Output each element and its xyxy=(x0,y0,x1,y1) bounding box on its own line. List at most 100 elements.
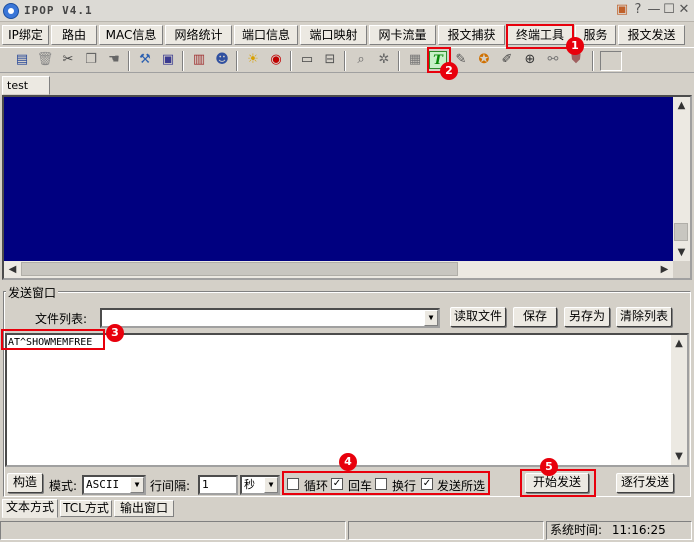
trash-icon[interactable]: 🗑 xyxy=(36,51,54,69)
tab-packet-send[interactable]: 报文发送 xyxy=(618,25,685,45)
scroll-corner xyxy=(673,261,690,278)
interval-unit-select[interactable]: 秒 ▼ xyxy=(240,475,280,495)
save-as-button[interactable]: 另存为 xyxy=(564,307,610,327)
toolbar-separator xyxy=(290,51,292,71)
file-list-label: 文件列表: xyxy=(35,312,88,326)
mode-value: ASCII xyxy=(86,478,120,491)
system-time-label: 系统时间: xyxy=(550,523,603,537)
toolbar-separator xyxy=(592,51,594,71)
keyboard-icon[interactable]: ▭ xyxy=(298,51,316,69)
minimize-button[interactable]: — xyxy=(646,2,662,18)
app-icon[interactable] xyxy=(3,3,19,19)
chevron-down-icon[interactable]: ▼ xyxy=(424,310,438,326)
highlight-terminal-tools xyxy=(506,24,574,49)
grid-icon[interactable]: ▦ xyxy=(406,51,424,69)
scroll-thumb[interactable] xyxy=(21,262,458,276)
send-window-label: 发送窗口 xyxy=(6,284,59,301)
construct-button[interactable]: 构造 xyxy=(7,473,43,493)
tab-port-info[interactable]: 端口信息 xyxy=(234,25,298,45)
status-bar: 系统时间: 11:16:25 xyxy=(0,520,694,542)
zoom-icon[interactable]: ⊟ xyxy=(321,51,339,69)
tab-output-window[interactable]: 输出窗口 xyxy=(114,500,174,517)
tab-ip-bind[interactable]: IP绑定 xyxy=(2,25,49,45)
books-icon[interactable]: ▥ xyxy=(190,51,208,69)
toolbar-separator xyxy=(128,51,130,71)
interval-input[interactable]: 1 xyxy=(198,475,238,495)
interval-unit-value: 秒 xyxy=(244,478,255,491)
pencil-icon[interactable]: ✐ xyxy=(498,51,516,69)
tab-packet-capture[interactable]: 报文捕获 xyxy=(438,25,505,45)
receive-vertical-scrollbar[interactable]: ▲ ▼ xyxy=(673,97,690,261)
scroll-right-icon[interactable]: ▶ xyxy=(656,261,673,278)
toolbar-separator xyxy=(236,51,238,71)
record-icon[interactable]: ◉ xyxy=(267,51,285,69)
scroll-up-icon[interactable]: ▲ xyxy=(673,97,690,114)
status-cell-main xyxy=(0,521,346,540)
highlight-send-options xyxy=(282,471,490,495)
highlight-start-send xyxy=(520,469,596,497)
receive-area[interactable] xyxy=(4,97,673,261)
search-icon[interactable]: ⌕ xyxy=(352,51,370,69)
scroll-thumb[interactable] xyxy=(674,223,688,241)
annotation-badge-1: 1 xyxy=(566,37,584,55)
tab-tcl-mode[interactable]: TCL方式 xyxy=(60,500,112,517)
annotation-badge-5: 5 xyxy=(540,458,558,476)
title-bar: IPOP V4.1 ▣ ? — ☐ ✕ xyxy=(0,0,694,22)
highlight-send-content xyxy=(1,329,105,350)
status-cell-time: 系统时间: 11:16:25 xyxy=(546,521,692,540)
tab-mac-info[interactable]: MAC信息 xyxy=(99,25,163,45)
toolbar-separator xyxy=(182,51,184,71)
link-icon[interactable]: ⚯ xyxy=(544,51,562,69)
close-button[interactable]: ✕ xyxy=(676,2,692,18)
send-vertical-scrollbar[interactable]: ▲ ▼ xyxy=(671,335,687,465)
mode-select[interactable]: ASCII ▼ xyxy=(82,475,146,495)
tab-text-mode[interactable]: 文本方式 xyxy=(2,499,58,518)
scroll-left-icon[interactable]: ◀ xyxy=(4,261,21,278)
tab-port-mapping[interactable]: 端口映射 xyxy=(300,25,367,45)
save-button[interactable]: 保存 xyxy=(513,307,557,327)
read-file-button[interactable]: 读取文件 xyxy=(450,307,506,327)
file-list-combo[interactable]: ▼ xyxy=(100,308,440,328)
copy-icon[interactable]: ❐ xyxy=(82,51,100,69)
status-cell-mid xyxy=(348,521,544,540)
maximize-button[interactable]: ☐ xyxy=(661,2,677,18)
chevron-down-icon[interactable]: ▼ xyxy=(130,477,144,493)
window-title: IPOP V4.1 xyxy=(24,4,93,17)
monitor-icon[interactable]: ▣ xyxy=(159,51,177,69)
gear-icon[interactable]: ✲ xyxy=(375,51,393,69)
hand-icon[interactable]: ☚ xyxy=(105,51,123,69)
app-logo-icon: ▣ xyxy=(615,2,629,17)
mask-icon[interactable]: ✪ xyxy=(475,51,493,69)
scroll-down-icon[interactable]: ▼ xyxy=(671,448,687,465)
toolbar-separator xyxy=(344,51,346,71)
cut-icon[interactable]: ✂ xyxy=(59,51,77,69)
scroll-down-icon[interactable]: ▼ xyxy=(673,244,690,261)
system-time-value: 11:16:25 xyxy=(611,523,666,537)
annotation-badge-2: 2 xyxy=(440,62,458,80)
receive-panel: ▲ ▼ ◀ ▶ xyxy=(2,95,692,280)
mode-label: 模式: xyxy=(49,479,78,493)
receive-horizontal-scrollbar[interactable]: ◀ ▶ xyxy=(4,261,673,278)
sun-icon[interactable]: ☀ xyxy=(244,51,262,69)
annotation-badge-3: 3 xyxy=(106,324,124,342)
people-icon[interactable]: ☻ xyxy=(213,51,231,69)
help-button[interactable]: ? xyxy=(630,2,646,18)
tab-net-stats[interactable]: 网络统计 xyxy=(165,25,232,45)
interval-label: 行间隔: xyxy=(150,479,191,493)
computer-icon[interactable]: ▤ xyxy=(13,51,31,69)
toolbar: ▤ 🗑 ✂ ❐ ☚ ⚒ ▣ ▥ ☻ ☀ ◉ ▭ ⊟ ⌕ ✲ ▦ T ✎ ✪ ✐ … xyxy=(0,47,694,73)
tab-nic-traffic[interactable]: 网卡流量 xyxy=(369,25,436,45)
magnifier-icon[interactable]: ⊕ xyxy=(521,51,539,69)
tab-route[interactable]: 路由 xyxy=(51,25,97,45)
send-text-area[interactable]: AT^SHOWMEMFREE ▲ ▼ xyxy=(5,333,689,467)
doc-tab-test[interactable]: test xyxy=(2,76,50,95)
toolbar-separator xyxy=(398,51,400,71)
clear-list-button[interactable]: 清除列表 xyxy=(616,307,672,327)
annotation-badge-4: 4 xyxy=(339,453,357,471)
tools-icon[interactable]: ⚒ xyxy=(136,51,154,69)
line-send-button[interactable]: 逐行发送 xyxy=(616,473,674,493)
toolbar-blank-slot xyxy=(600,51,622,71)
chevron-down-icon[interactable]: ▼ xyxy=(264,477,278,493)
function-tab-bar: IP绑定 路由 MAC信息 网络统计 端口信息 端口映射 网卡流量 报文捕获 终… xyxy=(0,24,694,46)
scroll-up-icon[interactable]: ▲ xyxy=(671,335,687,352)
